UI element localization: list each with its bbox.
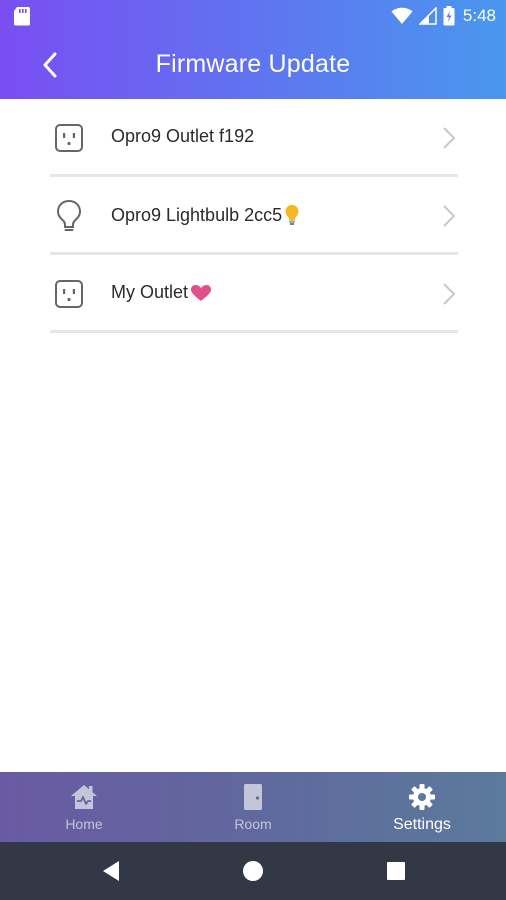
sd-card-icon [14, 7, 30, 26]
page-title: Firmware Update [155, 50, 351, 78]
tab-label: Room [234, 816, 272, 832]
home-icon [69, 782, 99, 812]
door-icon [242, 782, 264, 812]
device-label: Opro9 Outlet f192 [111, 126, 255, 146]
home-circle-icon [243, 861, 263, 881]
chevron-right-icon [443, 127, 456, 149]
battery-icon [443, 6, 455, 26]
bottom-tab-bar: Home Room Settings [0, 772, 506, 842]
chevron-right-icon [443, 205, 456, 227]
signal-icon [418, 7, 437, 25]
divider [50, 330, 458, 333]
lightbulb-emoji-icon [285, 205, 299, 225]
outlet-icon [52, 277, 86, 311]
device-item-my-outlet[interactable]: My Outlet [50, 255, 458, 333]
system-back-button[interactable] [96, 856, 126, 886]
tab-label: Home [65, 816, 103, 832]
outlet-icon [52, 121, 86, 155]
app-header: 5:48 Firmware Update [0, 0, 506, 99]
device-item-outlet-f192[interactable]: Opro9 Outlet f192 [50, 99, 458, 177]
chevron-right-icon [443, 283, 456, 305]
status-bar: 5:48 [0, 0, 506, 32]
gear-icon [408, 782, 436, 812]
tab-room[interactable]: Room [169, 772, 337, 842]
system-recents-button[interactable] [381, 856, 411, 886]
system-nav-bar [0, 842, 506, 900]
wifi-icon [391, 7, 413, 24]
system-home-button[interactable] [238, 856, 268, 886]
device-label: My Outlet [111, 282, 212, 303]
device-list: Opro9 Outlet f192 Opro9 Lightbulb 2cc5 M… [50, 99, 458, 333]
recents-square-icon [387, 862, 405, 880]
device-label: Opro9 Lightbulb 2cc5 [111, 204, 300, 226]
back-triangle-icon [103, 861, 119, 881]
tab-label: Settings [393, 816, 451, 833]
device-item-lightbulb-2cc5[interactable]: Opro9 Lightbulb 2cc5 [50, 177, 458, 255]
status-time: 5:48 [462, 6, 496, 25]
lightbulb-icon [52, 199, 86, 233]
heart-emoji-icon [191, 284, 212, 301]
tab-home[interactable]: Home [0, 772, 168, 842]
tab-settings[interactable]: Settings [338, 772, 506, 842]
